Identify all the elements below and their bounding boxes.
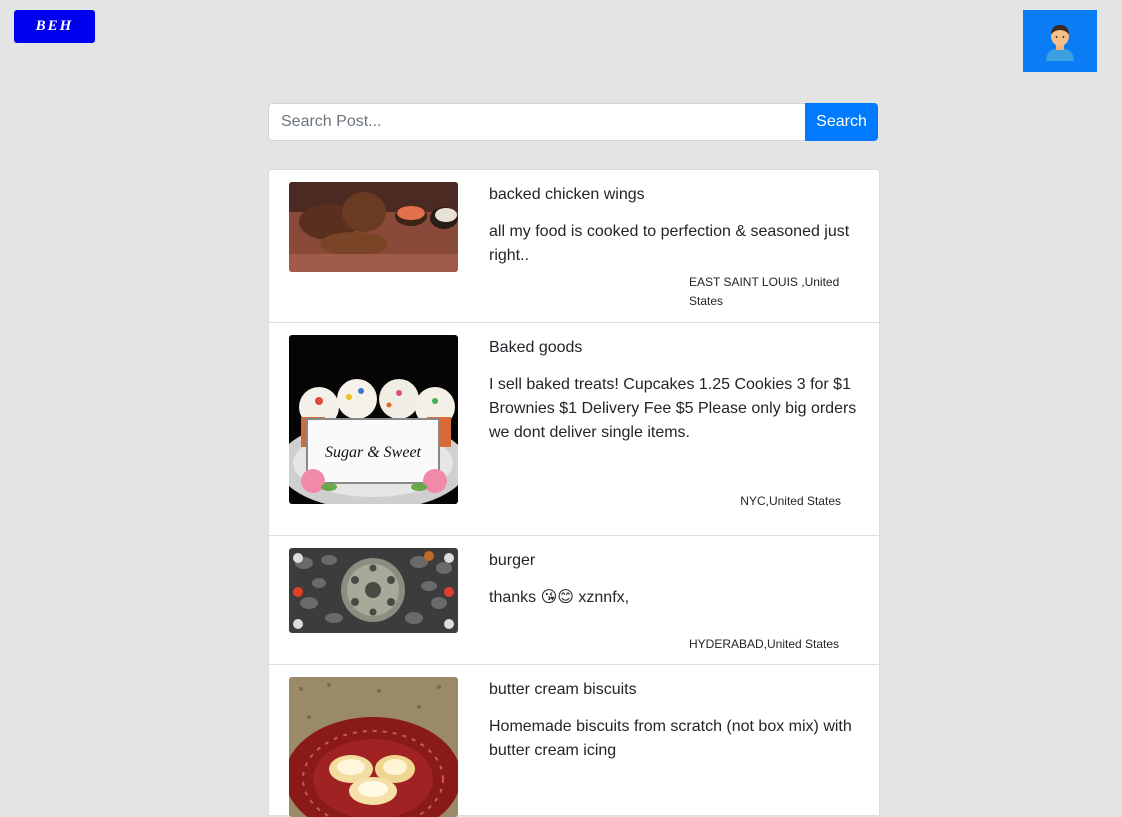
post-item[interactable]: Sugar & Sweet Baked goods I sell baked t… (269, 323, 879, 536)
post-list: backed chicken wings all my food is cook… (268, 169, 880, 817)
post-location: NYC,United States (740, 494, 841, 508)
post-description: thanks 😘😊 xznnfx, (489, 589, 630, 606)
post-image[interactable] (289, 677, 458, 817)
search-bar: Search (268, 103, 878, 141)
profile-button[interactable] (1023, 10, 1097, 72)
brand-logo[interactable]: BEH (14, 10, 95, 43)
post-location: HYDERABAD,United States (689, 637, 840, 651)
post-description: I sell baked treats! Cupcakes 1.25 Cooki… (489, 376, 857, 441)
post-item[interactable]: burger thanks 😘😊 xznnfx, HYDERABAD,Unite… (269, 536, 879, 665)
post-image[interactable]: Sugar & Sweet (289, 335, 458, 504)
search-input[interactable] (268, 103, 805, 141)
post-location: EAST SAINT LOUIS ,United States (689, 275, 840, 308)
search-button[interactable]: Search (805, 103, 878, 141)
post-title[interactable]: burger (489, 552, 535, 570)
post-title[interactable]: Baked goods (489, 339, 582, 357)
post-title[interactable]: backed chicken wings (489, 186, 645, 204)
post-item[interactable]: backed chicken wings all my food is cook… (269, 170, 879, 323)
post-description: all my food is cooked to perfection & se… (489, 223, 850, 264)
sign-text: Sugar & Sweet (325, 444, 422, 461)
post-image[interactable] (289, 548, 458, 633)
post-description: Homemade biscuits from scratch (not box … (489, 718, 852, 759)
post-item[interactable]: butter cream biscuits Homemade biscuits … (269, 665, 879, 817)
user-avatar-icon (1046, 25, 1074, 61)
post-image[interactable] (289, 182, 458, 272)
post-title[interactable]: butter cream biscuits (489, 681, 637, 699)
